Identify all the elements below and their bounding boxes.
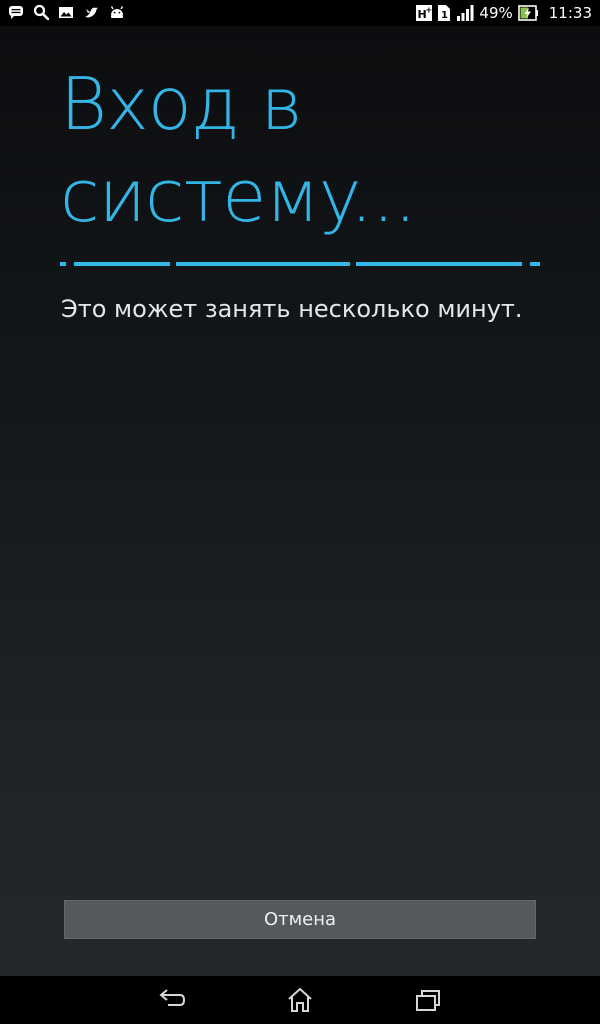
- clock: 11:33: [548, 4, 592, 22]
- recent-apps-button[interactable]: [398, 984, 458, 1016]
- home-icon: [286, 987, 314, 1013]
- bird-icon: [83, 4, 99, 20]
- indeterminate-progress-bar: [60, 251, 540, 266]
- navigation-bar: [0, 976, 600, 1024]
- screen: H + 1 49% 11:33 Вход в системy... Это мо…: [0, 0, 600, 1024]
- sim-slot-icon: 1: [437, 4, 451, 22]
- svg-text:1: 1: [441, 10, 448, 21]
- battery-charging-icon: [517, 4, 538, 22]
- back-icon: [158, 988, 186, 1012]
- svg-text:+: +: [426, 6, 433, 15]
- network-type-icon: H +: [416, 4, 433, 22]
- page-title: Вход в системy...: [60, 62, 417, 238]
- status-bar: H + 1 49% 11:33: [0, 0, 600, 26]
- back-button[interactable]: [142, 984, 202, 1016]
- signal-icon: [456, 4, 474, 22]
- gallery-icon: [58, 4, 74, 20]
- notification-area: [8, 4, 126, 21]
- android-icon: [108, 4, 126, 20]
- search-icon: [33, 4, 50, 21]
- recent-apps-icon: [414, 988, 442, 1012]
- battery-percent: 49%: [479, 4, 513, 22]
- message-icon: [8, 4, 24, 20]
- system-status-area: H + 1 49% 11:33: [416, 3, 592, 23]
- cancel-button[interactable]: Отмена: [64, 900, 536, 939]
- loading-message: Это может занять несколько минут.: [61, 295, 523, 323]
- home-button[interactable]: [270, 984, 330, 1016]
